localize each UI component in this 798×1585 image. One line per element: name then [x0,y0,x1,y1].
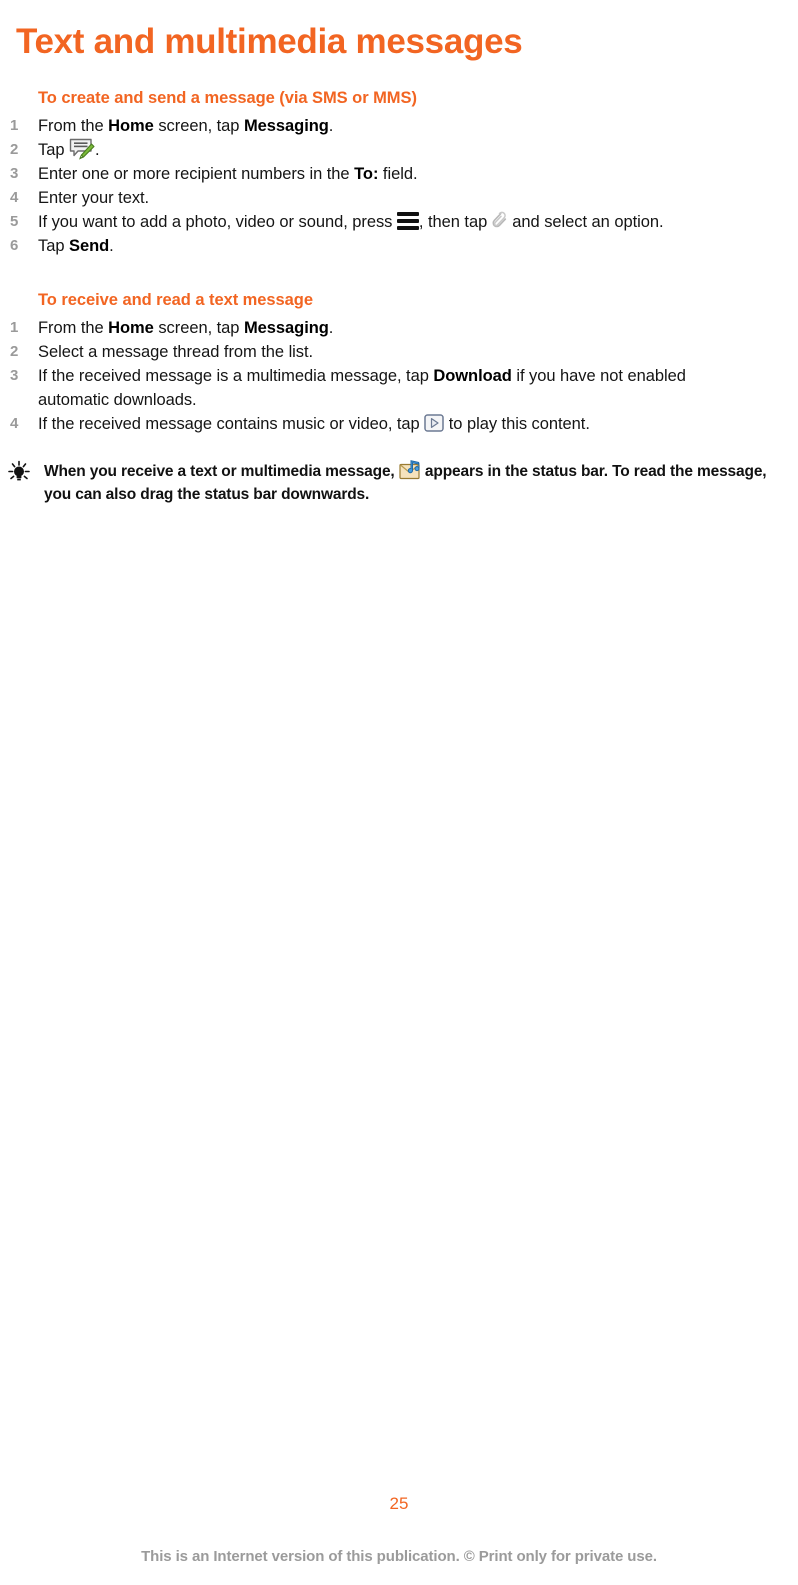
step-list: 1 From the Home screen, tap Messaging. 2 Ta… [0,114,798,258]
step-item: 6 Tap Send. [0,234,798,258]
page-number: 25 [389,1494,409,1513]
step-item: 5 If you want to add a photo, video or so… [0,210,798,234]
section-heading: To receive and read a text message [38,291,313,309]
step-text: Tap . [38,138,100,160]
paperclip-icon [492,210,508,232]
step-number: 1 [10,319,19,336]
step-number: 3 [10,367,19,384]
lightbulb-icon [2,460,36,484]
step-item: 4 Enter your text. [0,186,798,210]
step-number: 4 [10,415,19,432]
menu-icon [396,212,419,230]
step-item: 2 Select a message thread from the list. [0,340,798,364]
step-item: 2 Tap . [0,138,798,162]
step-text: If the received message contains music o… [38,414,590,433]
step-item: 3 If the received message is a multimedia… [0,364,798,412]
step-number: 3 [10,165,19,182]
play-icon [424,414,444,432]
step-text: Tap Send. [38,237,114,255]
step-number: 1 [10,117,19,134]
tip-block: When you receive a text or multimedia me… [0,460,798,506]
step-number: 5 [10,213,19,230]
emphasis-text: Home [108,117,154,135]
step-number: 2 [10,343,19,360]
emphasis-text: Download [433,367,512,385]
section-heading: To create and send a message (via SMS or… [38,89,417,107]
step-text: Enter one or more recipient numbers in t… [38,165,418,183]
compose-icon [69,138,95,160]
manual-page: Text and multimedia messages To create a… [0,0,798,1585]
step-text: From the Home screen, tap Messaging. [38,117,334,135]
step-text: Enter your text. [38,189,150,207]
sections-container: To create and send a message (via SMS or… [0,88,798,436]
step-item: 4 If the received message contains music … [0,412,798,436]
message-music-icon [399,460,421,480]
page-title: Text and multimedia messages [16,22,523,62]
step-item: 1 From the Home screen, tap Messaging. [0,114,798,138]
step-text: From the Home screen, tap Messaging. [38,319,334,337]
step-text: If you want to add a photo, video or sou… [38,210,664,232]
emphasis-text: Messaging [243,117,329,135]
step-number: 4 [10,189,19,206]
step-text: If the received message is a multimedia … [38,367,686,409]
emphasis-text: Send [69,237,110,255]
step-text: Select a message thread from the list. [38,343,314,361]
page-content: To create and send a message (via SMS or… [0,88,798,506]
step-number: 6 [10,237,19,254]
emphasis-text: Home [108,319,154,337]
emphasis-text: When you receive a text or multimedia me… [44,463,399,480]
step-list: 1 From the Home screen, tap Messaging. 2 Se… [0,316,798,436]
emphasis-text: Messaging [243,319,329,337]
step-number: 2 [10,141,19,158]
footer-copyright-note: This is an Internet version of this publ… [141,1548,657,1565]
step-item: 3 Enter one or more recipient numbers in … [0,162,798,186]
emphasis-text: To: [354,165,379,183]
tip-text: When you receive a text or multimedia me… [44,460,792,506]
step-item: 1 From the Home screen, tap Messaging. [0,316,798,340]
